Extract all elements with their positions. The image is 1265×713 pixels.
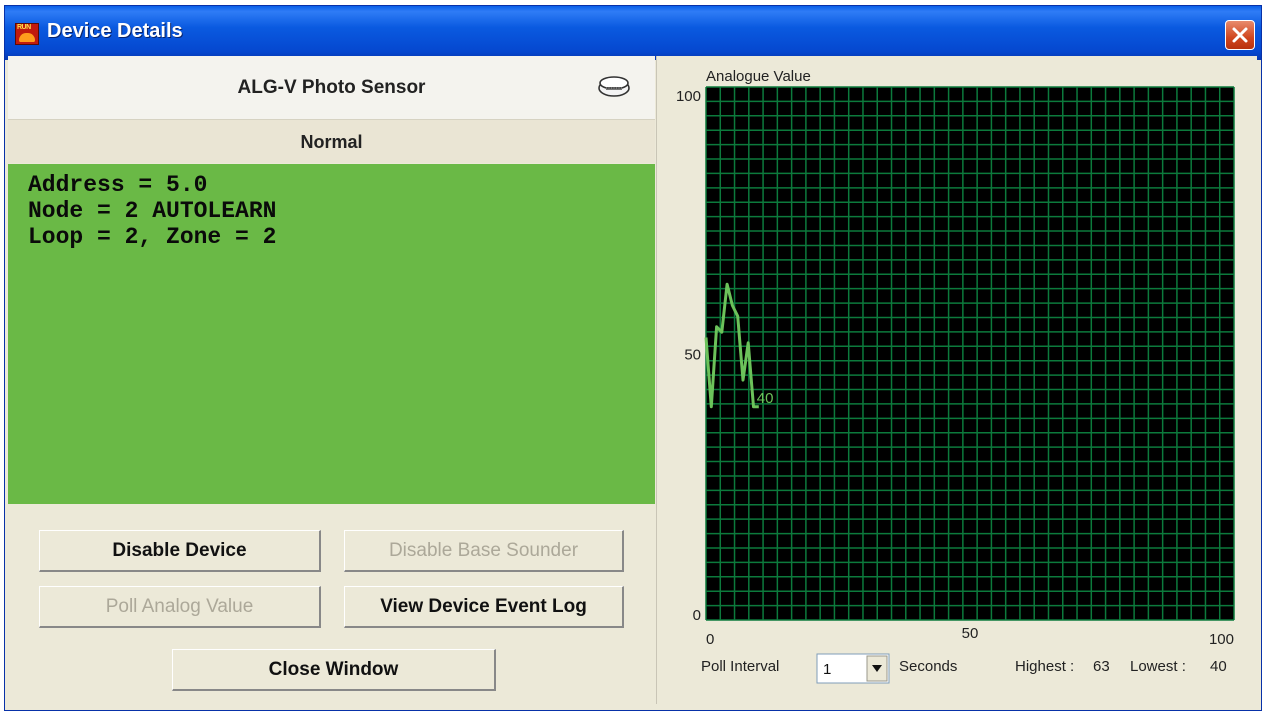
y-tick-label: 0 [693, 607, 701, 624]
x-tick-label: 50 [962, 625, 979, 642]
last-value-label: 40 [757, 390, 774, 407]
x-tick-label: 0 [706, 631, 714, 648]
poll-analog-value-button[interactable]: Poll Analog Value [39, 586, 321, 628]
disable-device-button[interactable]: Disable Device [39, 530, 321, 572]
device-header: ALG-V Photo Sensor [8, 56, 655, 120]
poll-interval-select[interactable]: 1 [816, 653, 890, 684]
info-loop-zone: Loop = 2, Zone = 2 [28, 224, 277, 250]
y-tick-label: 100 [676, 88, 701, 105]
smoke-detector-icon [598, 76, 630, 97]
view-event-log-button[interactable]: View Device Event Log [344, 586, 624, 628]
analogue-value-chart: Analogue Value 0 50 100 0 50 100 40 Poll Inte… [676, 68, 1235, 684]
chart-title: Analogue Value [706, 68, 811, 85]
lowest-label: Lowest : [1130, 658, 1186, 675]
highest-label: Highest : [1015, 658, 1074, 675]
highest-value: 63 [1093, 658, 1110, 675]
plot-area [706, 87, 1234, 620]
poll-interval-value: 1 [823, 661, 831, 678]
device-info-panel: ALG-V Photo Sensor Normal Address = 5.0 … [8, 56, 655, 704]
app-logo-icon: RUN [15, 23, 39, 45]
x-tick-label: 100 [1209, 631, 1234, 648]
close-window-button[interactable]: Close Window [172, 649, 496, 691]
status-bar: Normal [8, 120, 655, 163]
y-tick-label: 50 [684, 347, 701, 364]
title-bar[interactable]: RUN Device Details [5, 6, 1261, 60]
device-info-display: Address = 5.0 Node = 2 AUTOLEARN Loop = … [8, 164, 655, 504]
close-icon[interactable] [1225, 20, 1255, 50]
device-name: ALG-V Photo Sensor [237, 77, 426, 98]
info-node: Node = 2 AUTOLEARN [28, 198, 277, 224]
poll-unit-label: Seconds [899, 658, 957, 675]
device-status: Normal [300, 132, 363, 152]
lowest-value: 40 [1210, 658, 1227, 675]
disable-base-sounder-button[interactable]: Disable Base Sounder [344, 530, 624, 572]
poll-interval-label: Poll Interval [701, 658, 779, 675]
info-address: Address = 5.0 [28, 172, 208, 198]
analogue-chart-panel: Analogue Value 0 50 100 0 50 100 40 Poll Inte… [656, 56, 1257, 704]
window-title: Device Details [47, 20, 183, 42]
